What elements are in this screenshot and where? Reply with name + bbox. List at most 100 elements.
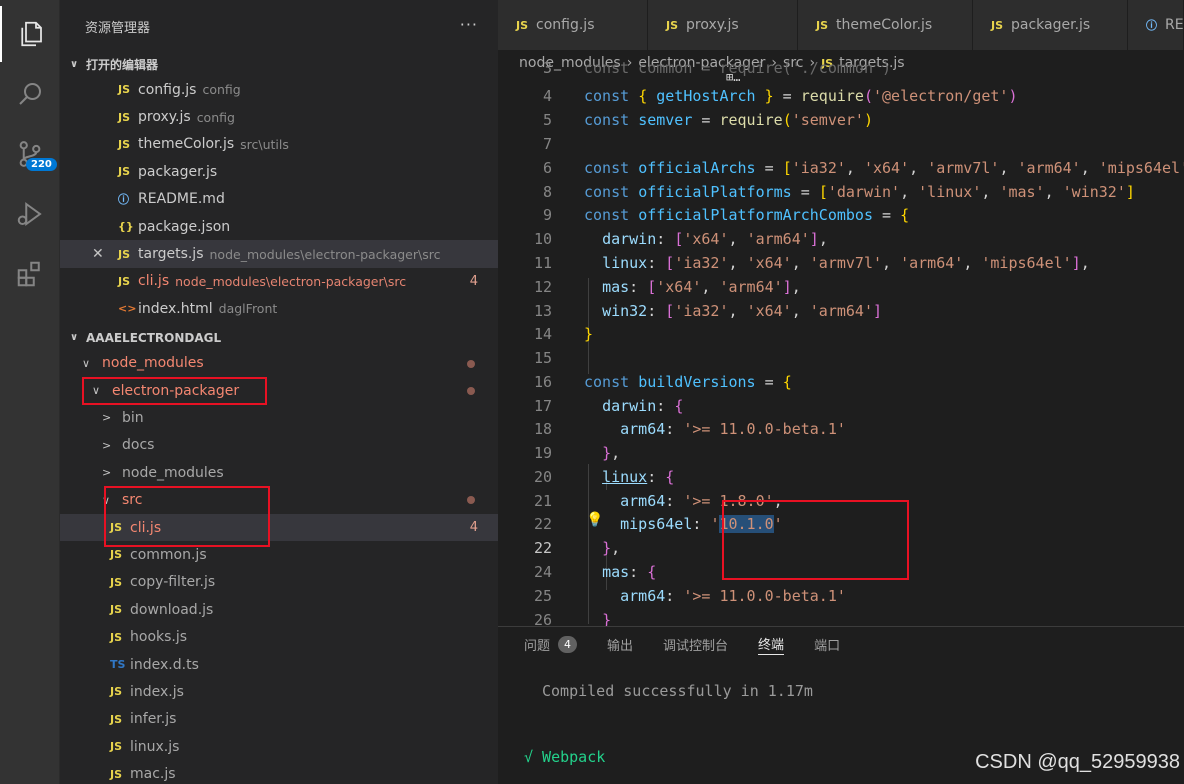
tab-config[interactable]: JS config.js: [498, 0, 648, 50]
open-editor-item[interactable]: ⓘ README.md: [60, 186, 498, 213]
line-number: 9: [542, 206, 552, 224]
file-name: infer.js: [130, 711, 177, 728]
js-file-icon: JS: [110, 548, 123, 562]
search-icon[interactable]: [0, 66, 60, 122]
line-number: 14: [533, 325, 552, 343]
terminal-output: Compiled successfully in 1.17m: [542, 682, 813, 700]
open-editor-item-active[interactable]: ✕ JS targets.js node_modules\electron-packa…: [60, 240, 498, 268]
code-line: const officialPlatforms = ['darwin', 'li…: [584, 183, 1135, 201]
file-name: themeColor.js: [138, 136, 235, 153]
run-debug-icon[interactable]: [0, 186, 60, 242]
js-file-icon: JS: [991, 18, 1004, 32]
close-icon[interactable]: ✕: [92, 246, 118, 262]
tab-label: config.js: [536, 17, 595, 33]
code-line: linux: ['ia32', 'x64', 'armv7l', 'arm64'…: [602, 254, 1090, 272]
tree-file[interactable]: JS download.js: [60, 596, 498, 623]
code-line: win32: ['ia32', 'x64', 'arm64']: [602, 302, 883, 320]
ts-file-icon: TS: [110, 658, 126, 671]
code-line: arm64: '>= 11.0.0-beta.1': [620, 587, 846, 605]
chevron-right-icon: >: [102, 438, 112, 452]
tab-problems[interactable]: 问题 4: [524, 633, 578, 655]
tab-ports[interactable]: 端口: [814, 633, 840, 655]
tree-folder[interactable]: ∨ node_modules: [60, 350, 498, 377]
tab-themecolor[interactable]: JS themeColor.js: [798, 0, 973, 50]
lightbulb-icon[interactable]: 💡: [586, 512, 603, 528]
modified-dot: [467, 386, 475, 395]
tab-terminal[interactable]: 终端: [758, 633, 785, 655]
code-line: },: [602, 444, 621, 462]
source-control-icon[interactable]: 220: [0, 126, 60, 182]
js-file-icon: JS: [118, 137, 131, 151]
tree-folder[interactable]: > node_modules: [60, 459, 498, 486]
tree-file[interactable]: JS mac.js: [60, 760, 498, 784]
line-number: 7: [542, 135, 552, 153]
folder-name: node_modules: [102, 355, 204, 372]
line-number: 3: [542, 60, 552, 77]
tab-readme[interactable]: ⓘ RE: [1128, 0, 1184, 50]
file-name: targets.js: [138, 246, 204, 263]
problems-badge: 4: [558, 635, 578, 653]
file-name: hooks.js: [130, 629, 188, 646]
file-name: README.md: [138, 191, 225, 208]
tab-label: themeColor.js: [836, 17, 933, 33]
problem-count: 4: [469, 520, 478, 536]
modified-dot: [467, 496, 475, 505]
file-name: mac.js: [130, 766, 176, 783]
tree-file[interactable]: JS linux.js: [60, 733, 498, 760]
tree-folder[interactable]: > bin: [60, 404, 498, 431]
highlight-box: [82, 377, 267, 405]
open-editor-item[interactable]: JS config.js config: [60, 76, 498, 103]
file-path: config: [196, 109, 235, 125]
open-editors-header[interactable]: ∨ 打开的编辑器: [60, 52, 498, 76]
panel-tabs: 问题 4 输出 调试控制台 终端 端口: [524, 633, 870, 655]
project-header[interactable]: ∨ AAAELECTRONDAGL: [60, 326, 498, 350]
tab-output[interactable]: 输出: [607, 633, 633, 655]
file-name: index.js: [130, 683, 184, 700]
js-file-icon: JS: [118, 110, 131, 124]
file-name: index.d.ts: [130, 656, 199, 673]
tree-file[interactable]: JS infer.js: [60, 706, 498, 733]
scm-badge: 220: [26, 158, 57, 171]
tab-packager[interactable]: JS packager.js: [973, 0, 1128, 50]
js-file-icon: JS: [118, 165, 131, 179]
open-editor-item[interactable]: {} package.json: [60, 213, 498, 240]
extensions-icon[interactable]: [0, 246, 60, 302]
editor-tabs: JS config.js JS proxy.js JS themeColor.js J…: [498, 0, 1184, 50]
chevron-down-icon: ∨: [69, 332, 79, 344]
js-file-icon: JS: [118, 247, 131, 261]
tab-label: 终端: [758, 638, 785, 653]
tree-file[interactable]: TS index.d.ts: [60, 651, 498, 678]
open-editor-item[interactable]: JS proxy.js config: [60, 103, 498, 130]
line-number: 8: [542, 183, 552, 201]
code-line: mas: {: [602, 563, 657, 581]
tab-proxy[interactable]: JS proxy.js: [648, 0, 798, 50]
file-name: download.js: [130, 601, 214, 618]
js-file-icon: JS: [666, 18, 679, 32]
tree-file[interactable]: JS index.js: [60, 678, 498, 705]
activity-bar: 220: [0, 0, 60, 784]
open-editor-item[interactable]: JS cli.js node_modules\electron-packager\s…: [60, 268, 498, 295]
file-name: proxy.js: [138, 109, 191, 126]
open-editor-item[interactable]: JS packager.js: [60, 158, 498, 185]
js-file-icon: JS: [110, 767, 123, 781]
tree-file[interactable]: JS hooks.js: [60, 623, 498, 650]
open-editors-list: JS config.js config JS proxy.js config JS the…: [60, 76, 498, 323]
file-name: package.json: [138, 218, 231, 235]
open-editor-item[interactable]: JS themeColor.js src\utils: [60, 131, 498, 158]
line-number: 6: [542, 159, 552, 177]
open-editor-item[interactable]: <> index.html daglFront: [60, 295, 498, 322]
hover-hint[interactable]: ⊞…: [726, 70, 740, 84]
more-actions-icon[interactable]: ···: [460, 15, 478, 34]
file-name: copy-filter.js: [130, 574, 216, 591]
html-file-icon: <>: [118, 302, 137, 316]
code-line: const buildVersions = {: [584, 373, 792, 391]
tab-label: 调试控制台: [663, 638, 729, 654]
code-line: mas: ['x64', 'arm64'],: [602, 278, 801, 296]
tree-file[interactable]: JS copy-filter.js: [60, 569, 498, 596]
tab-debug-console[interactable]: 调试控制台: [663, 633, 728, 655]
js-file-icon: JS: [118, 274, 131, 288]
tree-folder[interactable]: > docs: [60, 432, 498, 459]
explorer-icon[interactable]: [0, 6, 60, 62]
file-name: packager.js: [138, 163, 218, 180]
terminal-output: √ Webpack: [524, 748, 606, 766]
